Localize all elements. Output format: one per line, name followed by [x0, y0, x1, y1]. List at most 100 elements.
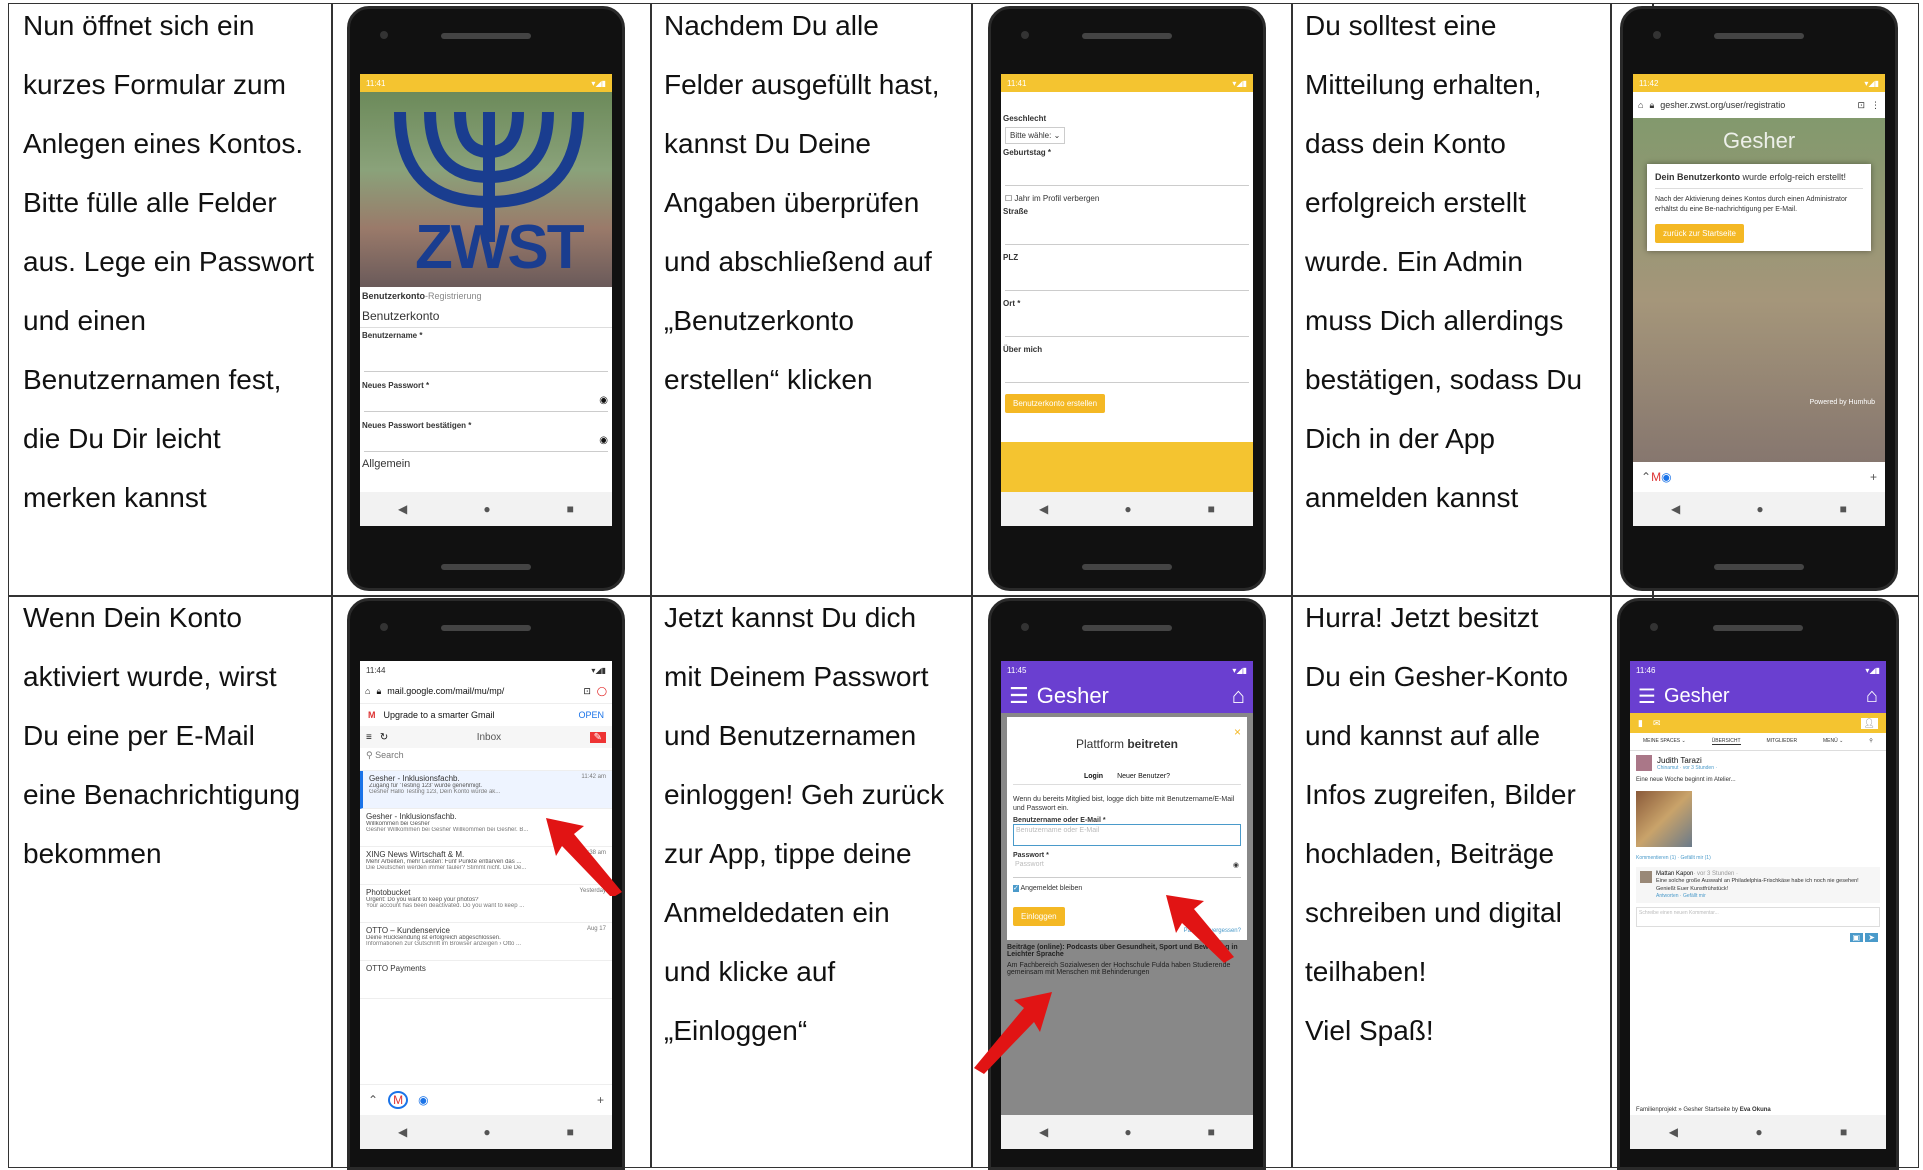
reg-title: Benutzerkonto-Registrierung: [362, 291, 482, 301]
menu-icon[interactable]: ⋮: [1871, 100, 1880, 111]
home-icon[interactable]: ●: [1756, 502, 1763, 516]
gender-label: Geschlecht: [1003, 114, 1047, 123]
tabs-icon[interactable]: ⊡: [1857, 100, 1865, 111]
notification-icon[interactable]: ▮: [1638, 718, 1643, 729]
speaker-grille: [441, 625, 531, 631]
home-icon[interactable]: ⌂: [365, 686, 370, 696]
mail-time: 11:42 am: [581, 774, 606, 780]
back-to-start-button[interactable]: zurück zur Startseite: [1655, 224, 1744, 243]
android-nav-bar: ◀ ● ■: [360, 1115, 612, 1149]
gender-select[interactable]: Bitte wähle: ⌄: [1005, 127, 1066, 144]
status-time: 11:41: [1007, 78, 1027, 88]
gmail-tab-icon[interactable]: M: [388, 1091, 409, 1109]
hamburger-icon[interactable]: ≡: [366, 732, 372, 743]
gesher-tab-icon[interactable]: ◉: [1661, 470, 1671, 484]
eye-icon[interactable]: ◉: [1233, 861, 1239, 875]
username-input[interactable]: Benutzername oder E-Mail: [1013, 824, 1241, 846]
recents-icon[interactable]: ■: [567, 502, 574, 516]
back-icon[interactable]: ◀: [1039, 502, 1048, 516]
home-icon[interactable]: ●: [1124, 502, 1131, 516]
send-icon[interactable]: ➤: [1865, 933, 1878, 942]
camera-upload-icon[interactable]: ▣: [1849, 933, 1864, 942]
confirm-password-field[interactable]: ◉: [364, 435, 608, 452]
chevron-up-icon[interactable]: ⌃: [368, 1093, 378, 1107]
messages-icon[interactable]: ✉: [1653, 718, 1661, 729]
url-field[interactable]: gesher.zwst.org/user/registratio: [1660, 100, 1851, 110]
zip-field[interactable]: [1005, 266, 1249, 291]
chevron-up-icon[interactable]: ⌃: [1641, 470, 1651, 484]
mail-list-item[interactable]: OTTO – Kundenservice Aug 17 Deine Rücksend…: [360, 923, 612, 961]
create-account-button[interactable]: Benutzerkonto erstellen: [1005, 394, 1106, 413]
tab-my-spaces[interactable]: MEINE SPACES ⌄: [1643, 738, 1686, 745]
tab-login[interactable]: Login: [1084, 773, 1103, 780]
back-icon[interactable]: ◀: [398, 1125, 407, 1139]
speaker-grille: [441, 564, 531, 570]
search-input[interactable]: ⚲ Search: [360, 748, 612, 771]
back-icon[interactable]: ◀: [398, 502, 407, 516]
success-dialog: Dein Benutzerkonto wurde erfolg-reich er…: [1647, 164, 1871, 251]
comment-input[interactable]: Schreibe einen neuen Kommentar...: [1636, 907, 1880, 927]
confirm-password-label: Neues Passwort bestätigen *: [362, 421, 472, 430]
recents-icon[interactable]: ■: [1208, 1125, 1215, 1139]
recents-icon[interactable]: ■: [567, 1125, 574, 1139]
mail-sender: OTTO – Kundenservice: [366, 926, 450, 935]
avatar[interactable]: 👤︎: [1860, 717, 1878, 729]
recents-icon[interactable]: ■: [1208, 502, 1215, 516]
city-label: Ort *: [1003, 299, 1021, 308]
post-author[interactable]: Judith Tarazi: [1657, 756, 1717, 765]
post-image[interactable]: [1636, 791, 1692, 847]
remember-checkbox[interactable]: ✓ Angemeldet bleiben: [1013, 884, 1241, 892]
mail-list-item[interactable]: Gesher - Inklusionsfachb. 11:42 am Zugang …: [360, 771, 612, 809]
avatar[interactable]: [1636, 755, 1652, 771]
tab-members[interactable]: MITGLIEDER: [1767, 738, 1798, 745]
gesher-tab-icon[interactable]: ◉: [418, 1093, 428, 1107]
avatar[interactable]: [1640, 871, 1652, 883]
login-button[interactable]: Einloggen: [1013, 907, 1065, 926]
url-field[interactable]: mail.google.com/mail/mu/mp/: [387, 686, 577, 696]
recents-icon[interactable]: ■: [1840, 1125, 1847, 1139]
opera-icon[interactable]: ◯: [597, 686, 607, 697]
tab-overview[interactable]: ÜBERSICHT: [1711, 738, 1741, 745]
step-text-2: Nachdem Du alle Felder ausgefüllt hast, ka…: [664, 10, 940, 395]
tab-menu[interactable]: MENÜ ⌄: [1823, 738, 1843, 745]
about-field[interactable]: [1005, 358, 1249, 383]
hide-year-checkbox[interactable]: ☐ Jahr im Profil verbergen: [1001, 192, 1253, 205]
home-icon[interactable]: ●: [1124, 1125, 1131, 1139]
eye-icon[interactable]: ◉: [599, 395, 608, 406]
street-field[interactable]: [1005, 220, 1249, 245]
search-icon[interactable]: ⚲: [1869, 738, 1873, 745]
hamburger-icon[interactable]: ☰: [1009, 683, 1029, 709]
back-icon[interactable]: ◀: [1039, 1125, 1048, 1139]
tab-new-user[interactable]: Neuer Benutzer?: [1117, 773, 1170, 780]
gmail-icon[interactable]: M: [1651, 470, 1661, 484]
footer-band: [1001, 442, 1253, 492]
recents-icon[interactable]: ■: [1840, 502, 1847, 516]
home-icon[interactable]: ⌂: [1232, 683, 1245, 709]
back-icon[interactable]: ◀: [1669, 1125, 1678, 1139]
open-button[interactable]: OPEN: [578, 710, 604, 720]
home-icon[interactable]: ●: [483, 502, 490, 516]
home-icon[interactable]: ●: [483, 1125, 490, 1139]
mail-sender: OTTO Payments: [366, 964, 426, 973]
password-input[interactable]: Passwort ◉: [1013, 859, 1241, 878]
refresh-icon[interactable]: ↻: [380, 732, 388, 743]
city-field[interactable]: [1005, 312, 1249, 337]
add-tab-icon[interactable]: +: [597, 1093, 604, 1107]
home-icon[interactable]: ⌂: [1638, 100, 1643, 110]
add-tab-icon[interactable]: +: [1870, 470, 1877, 484]
back-icon[interactable]: ◀: [1671, 502, 1680, 516]
mail-list-item[interactable]: OTTO Payments: [360, 961, 612, 999]
birthday-field[interactable]: [1005, 161, 1249, 186]
compose-icon[interactable]: ✎: [589, 731, 606, 743]
home-icon[interactable]: ⌂: [1866, 685, 1878, 708]
close-icon[interactable]: ×: [1234, 725, 1241, 739]
password-field[interactable]: ◉: [364, 395, 608, 412]
hamburger-icon[interactable]: ☰: [1638, 684, 1656, 709]
tabs-icon[interactable]: ⊡: [583, 686, 591, 697]
eye-icon[interactable]: ◉: [599, 435, 608, 446]
status-time: 11:41: [366, 78, 386, 88]
app-header: ☰ Gesher ⌂: [1001, 679, 1253, 713]
home-icon[interactable]: ●: [1755, 1125, 1762, 1139]
post-actions[interactable]: Kommentieren (1) · Gefällt mir (1): [1630, 853, 1886, 863]
username-field[interactable]: [364, 345, 608, 372]
